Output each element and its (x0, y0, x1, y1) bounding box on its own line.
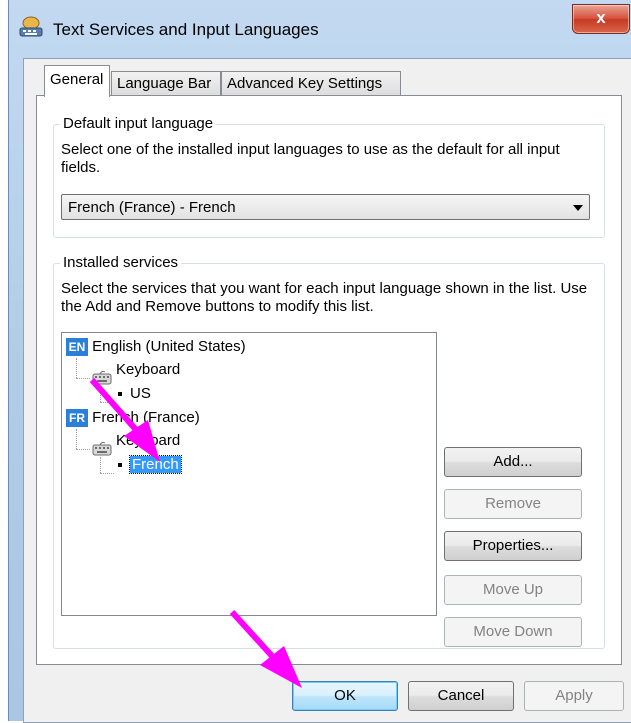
default-language-value: French (France) - French (68, 199, 236, 216)
tree-item-us-label: US (130, 385, 151, 402)
default-language-dropdown[interactable]: French (France) - French (61, 194, 590, 220)
title-bar[interactable]: Text Services and Input Languages x (9, 0, 631, 58)
tree-item-english[interactable]: EN English (United States) (66, 337, 246, 357)
apply-button-label: Apply (555, 687, 593, 704)
move-down-button-label: Move Down (473, 623, 553, 640)
tree-item-english-label: English (United States) (92, 338, 246, 355)
add-button-label: Add... (493, 453, 533, 470)
properties-button[interactable]: Properties... (444, 531, 582, 561)
ok-button[interactable]: OK (292, 681, 398, 711)
language-badge-fr: FR (66, 409, 88, 428)
bullet-icon (118, 392, 122, 397)
move-down-button[interactable]: Move Down (444, 617, 582, 647)
tree-line (100, 457, 101, 473)
add-button[interactable]: Add... (444, 447, 582, 477)
installed-services-legend-text: Installed services (63, 254, 179, 271)
bullet-icon (118, 463, 122, 468)
close-icon: x (596, 8, 606, 27)
cancel-button[interactable]: Cancel (408, 681, 514, 711)
apply-button[interactable]: Apply (524, 681, 624, 711)
tree-item-english-keyboard[interactable]: Keyboard (116, 360, 180, 380)
default-input-language-group: Default input language Select one of the… (53, 115, 605, 238)
installed-services-group: Installed services Select the services t… (53, 254, 605, 649)
tree-item-english-us[interactable]: US (118, 384, 151, 404)
installed-services-description: Select the services that you want for ea… (61, 280, 588, 315)
tree-line (100, 402, 114, 403)
ok-button-label: OK (334, 687, 356, 704)
tree-item-french-french[interactable]: French (118, 455, 182, 475)
tab-general[interactable]: General (44, 65, 110, 97)
tab-advanced-key-settings[interactable]: Advanced Key Settings (221, 71, 401, 96)
keyboard-icon (92, 370, 112, 385)
language-badge-en: EN (66, 338, 88, 357)
general-tab-page: Default input language Select one of the… (36, 95, 622, 665)
default-input-language-legend: Default input language (60, 115, 217, 132)
tree-item-french-selected-label: French (129, 455, 182, 474)
window-title: Text Services and Input Languages (53, 20, 319, 39)
tree-item-french[interactable]: FR French (France) (66, 408, 200, 428)
tree-line (76, 378, 90, 379)
tab-language-bar[interactable]: Language Bar (111, 71, 221, 96)
keyboard-globe-icon (19, 16, 43, 37)
move-up-button[interactable]: Move Up (444, 575, 582, 605)
properties-button-label: Properties... (472, 537, 554, 554)
default-input-description: Select one of the installed input langua… (61, 141, 560, 176)
dropdown-arrow-icon (573, 205, 583, 211)
tree-line (100, 473, 114, 474)
tree-line (76, 429, 77, 449)
tree-line (76, 449, 90, 450)
keyboard-icon (92, 441, 112, 456)
installed-services-legend: Installed services (60, 254, 182, 271)
tree-line (100, 386, 101, 402)
dialog-client-area: General Language Bar Advanced Key Settin… (23, 58, 631, 723)
remove-button-label: Remove (485, 495, 541, 512)
dialog-window: Text Services and Input Languages x Gene… (8, 0, 631, 723)
tree-item-french-label: French (France) (92, 409, 200, 426)
remove-button[interactable]: Remove (444, 489, 582, 519)
tree-item-french-keyboard[interactable]: Keyboard (116, 431, 180, 451)
cancel-button-label: Cancel (437, 687, 485, 704)
close-button[interactable]: x (572, 4, 630, 34)
default-input-language-legend-text: Default input language (63, 115, 214, 132)
installed-services-tree[interactable]: EN English (United States) Keyboard US F… (61, 332, 437, 616)
move-up-button-label: Move Up (482, 581, 544, 598)
tree-line (76, 358, 77, 378)
